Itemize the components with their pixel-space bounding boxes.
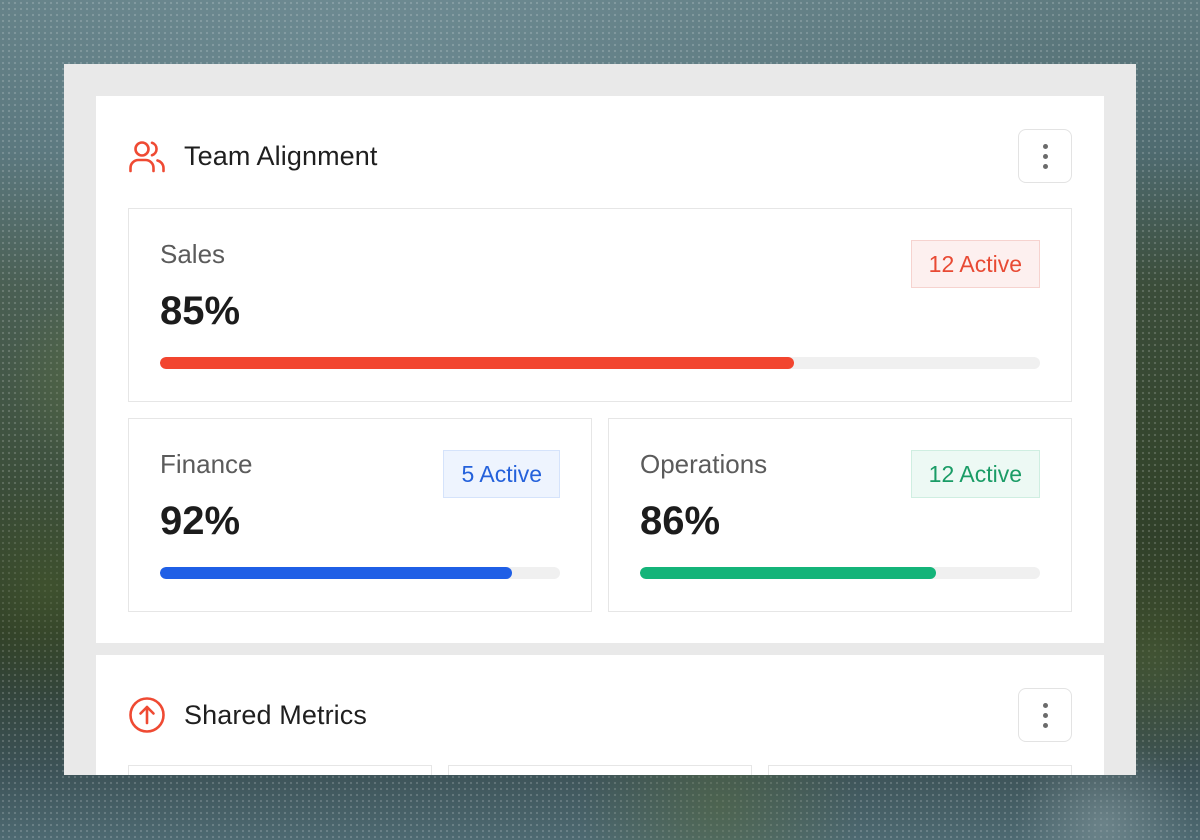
tile-label: Finance bbox=[160, 449, 253, 479]
tile-label: Operations bbox=[640, 449, 768, 479]
card-title: Team Alignment bbox=[184, 140, 378, 171]
more-options-button[interactable] bbox=[1018, 688, 1072, 742]
shared-metrics-header: Shared Metrics bbox=[128, 687, 1072, 743]
more-vertical-icon bbox=[1042, 143, 1048, 149]
status-badge: 5 Active bbox=[443, 450, 560, 498]
tile-label: Sales bbox=[160, 239, 226, 269]
more-options-button[interactable] bbox=[1018, 129, 1072, 183]
progress-fill bbox=[160, 357, 794, 369]
shared-metrics-card: Shared Metrics bbox=[96, 655, 1104, 775]
stat-tile-finance: Finance 92% 5 Active bbox=[128, 418, 592, 612]
arrow-up-circle-icon bbox=[128, 695, 168, 735]
dashboard-frame: Team Alignment Sales 85% 12 Active Finan… bbox=[64, 64, 1136, 775]
card-title: Shared Metrics bbox=[184, 699, 367, 730]
progress-fill bbox=[640, 567, 936, 579]
team-alignment-card: Team Alignment Sales 85% 12 Active Finan… bbox=[96, 96, 1104, 643]
metric-tile bbox=[128, 765, 432, 775]
users-icon bbox=[128, 136, 168, 176]
status-badge: 12 Active bbox=[910, 240, 1040, 288]
tile-value: 92% bbox=[160, 499, 241, 543]
metric-tile bbox=[768, 765, 1072, 775]
progress-fill bbox=[160, 567, 512, 579]
team-alignment-header: Team Alignment bbox=[128, 128, 1072, 184]
tile-value: 86% bbox=[640, 499, 721, 543]
more-vertical-icon bbox=[1042, 702, 1048, 708]
stat-tile-operations: Operations 86% 12 Active bbox=[608, 418, 1072, 612]
progress-bar bbox=[160, 357, 1040, 369]
metric-tile bbox=[448, 765, 752, 775]
progress-bar bbox=[640, 567, 1040, 579]
tile-value: 85% bbox=[160, 289, 241, 333]
progress-bar bbox=[160, 567, 560, 579]
stat-tile-sales: Sales 85% 12 Active bbox=[128, 208, 1072, 402]
status-badge: 12 Active bbox=[910, 450, 1040, 498]
